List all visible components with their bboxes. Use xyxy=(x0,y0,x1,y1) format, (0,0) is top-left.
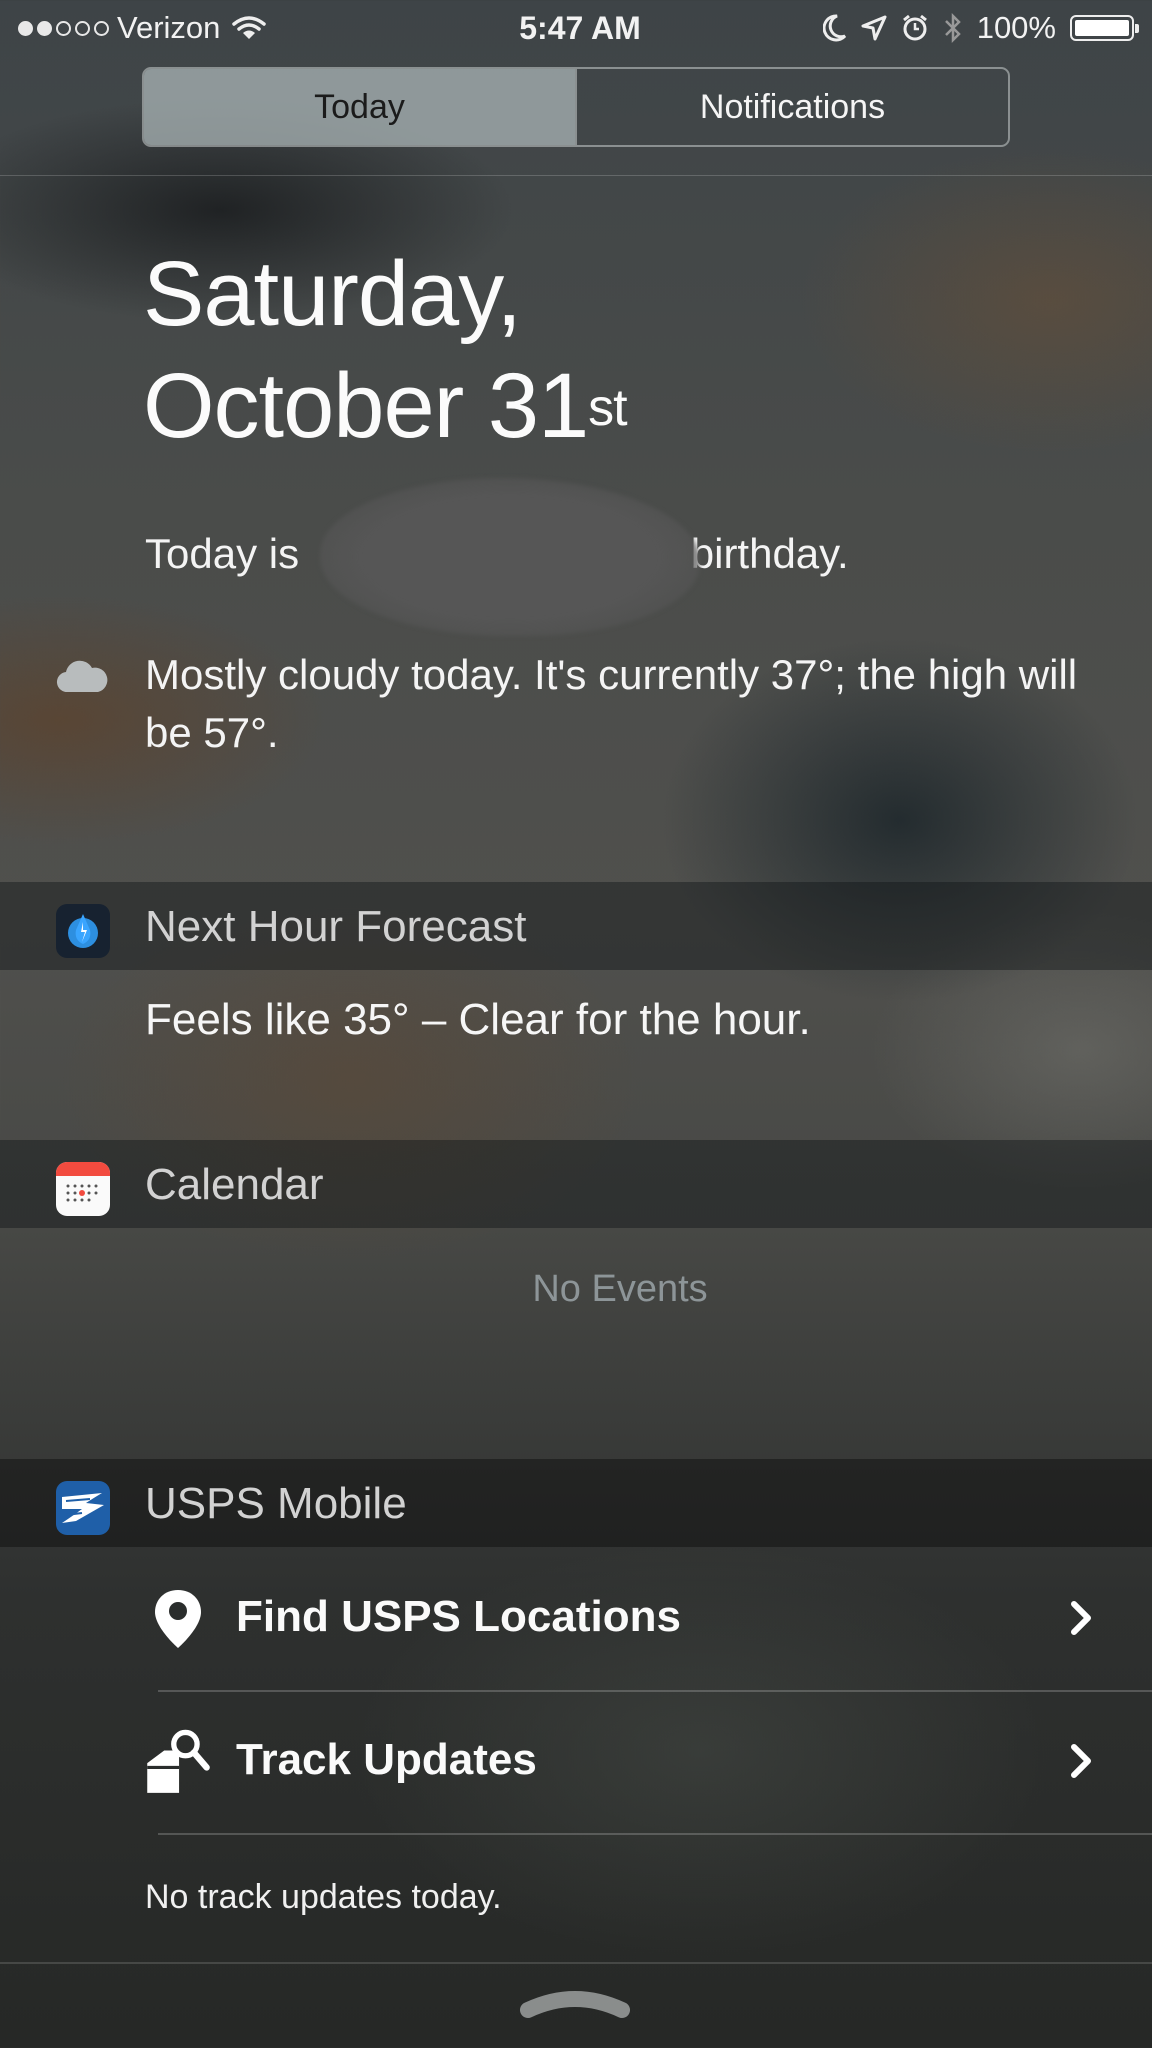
battery-percent: 100% xyxy=(976,10,1056,45)
divider xyxy=(0,1962,1152,1964)
usps-eagle-icon xyxy=(56,1481,110,1535)
date-suffix: st xyxy=(588,379,627,437)
calendar-empty-label: No Events xyxy=(532,1268,708,1310)
birthday-prefix: Today is xyxy=(145,530,311,577)
track-updates-label: Track Updates xyxy=(236,1735,537,1784)
row-divider xyxy=(158,1833,1152,1835)
cloud-icon xyxy=(56,660,108,693)
chevron-right-icon xyxy=(1071,1601,1091,1635)
widget-header-calendar[interactable]: Calendar xyxy=(0,1140,1152,1228)
battery-icon xyxy=(1070,15,1139,41)
calendar-icon xyxy=(56,1162,110,1216)
divider xyxy=(0,175,1152,176)
widget-title: Next Hour Forecast xyxy=(145,902,527,951)
location-arrow-icon xyxy=(861,15,887,41)
weather-summary: Mostly cloudy today. It's currently 37°;… xyxy=(145,651,1078,756)
find-usps-locations-row[interactable]: Find USPS Locations xyxy=(0,1550,1152,1692)
status-bar: Verizon 5:47 AM 100% xyxy=(0,0,1152,56)
widget-header-usps[interactable]: USPS Mobile xyxy=(0,1459,1152,1547)
track-updates-row[interactable]: Track Updates xyxy=(0,1693,1152,1835)
redaction-smudge xyxy=(320,478,700,636)
birthday-suffix: birthday. xyxy=(690,530,849,577)
next-hour-text: Feels like 35° – Clear for the hour. xyxy=(145,995,811,1044)
pull-handle-icon[interactable] xyxy=(520,1984,630,2024)
dark-sky-icon xyxy=(56,904,110,958)
tab-notifications[interactable]: Notifications xyxy=(575,69,1008,145)
date-month-day: October 31 xyxy=(143,355,589,457)
find-usps-locations-label: Find USPS Locations xyxy=(236,1592,681,1641)
chevron-right-icon xyxy=(1071,1744,1091,1778)
widget-title: USPS Mobile xyxy=(145,1479,407,1528)
date-heading: Saturday, October 31st xyxy=(143,238,628,462)
tab-today[interactable]: Today xyxy=(144,69,575,145)
bluetooth-icon xyxy=(944,12,961,44)
package-search-icon xyxy=(147,1729,210,1793)
track-updates-empty: No track updates today. xyxy=(145,1878,502,1916)
map-pin-icon xyxy=(155,1590,201,1648)
date-weekday: Saturday, xyxy=(143,243,522,345)
moon-icon xyxy=(822,14,846,42)
row-divider xyxy=(158,1690,1152,1692)
widget-title: Calendar xyxy=(145,1160,324,1209)
widget-header-next-hour[interactable]: Next Hour Forecast xyxy=(0,882,1152,970)
today-notifications-segmented-control: Today Notifications xyxy=(142,67,1010,147)
alarm-icon xyxy=(902,14,927,41)
